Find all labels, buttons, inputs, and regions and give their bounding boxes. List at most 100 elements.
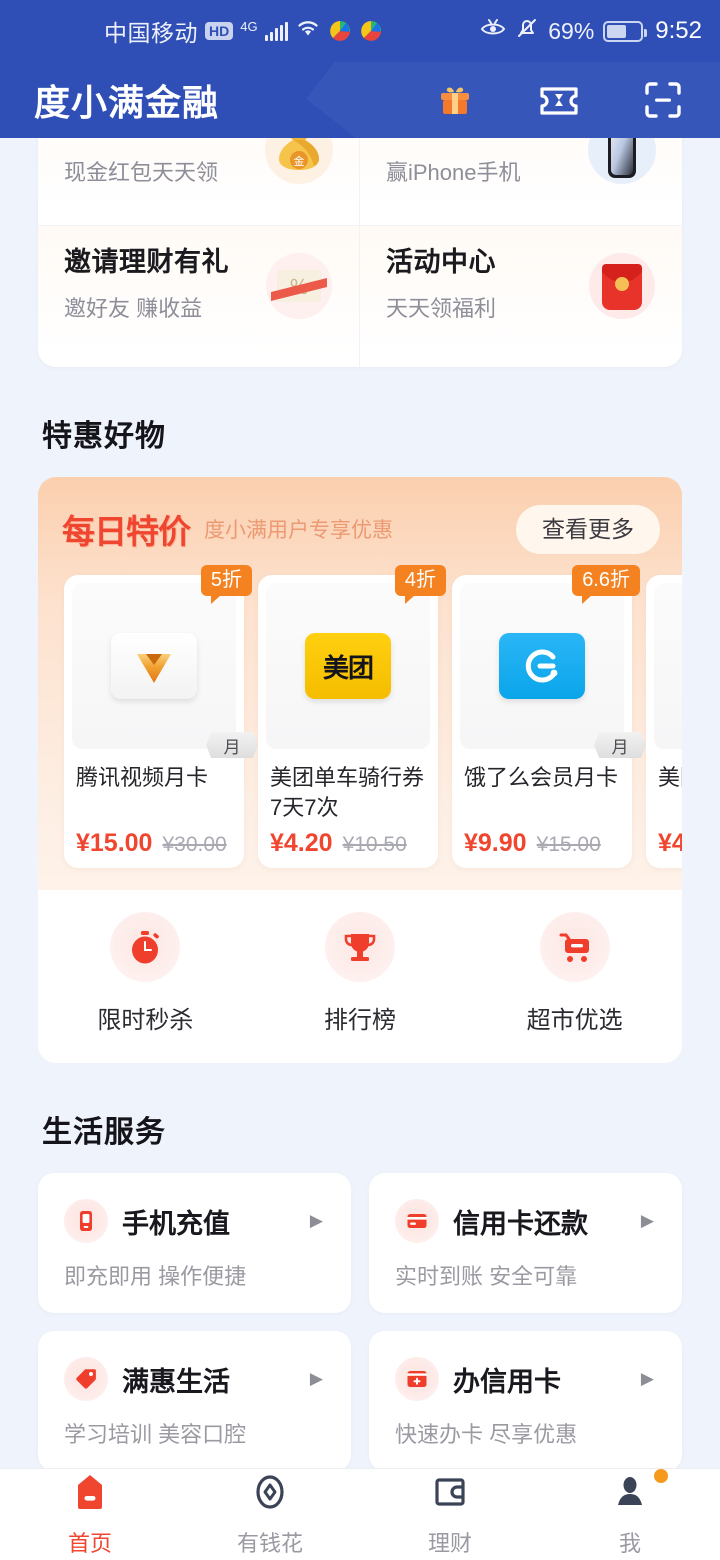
service-card-subtitle: 快速办卡 尽享优惠 (395, 1422, 578, 1447)
bell-off-icon (515, 16, 539, 46)
life-services-grid: 手机充值 ▶ 即充即用 操作便捷 信用卡还款 ▶ 实时到账 安全可靠 满惠生活 (38, 1173, 682, 1468)
sync-icon (359, 19, 383, 43)
service-card-title: 信用卡还款 (453, 1208, 588, 1239)
promo-card-richness[interactable]: 日进斗金 现金红包天天领 金 (38, 138, 360, 225)
section-title-life-services: 生活服务 (42, 1116, 166, 1149)
service-card-apply-card[interactable]: 办信用卡 ▶ 快速办卡 尽享优惠 (369, 1331, 682, 1468)
product-price-row: ¥9.90 ¥15.00 (452, 821, 632, 858)
product-image (654, 583, 682, 749)
promo-card-activity-center[interactable]: 活动中心 天天领福利 (360, 225, 682, 367)
daily-deals-subtitle: 度小满用户专享优惠 (204, 519, 393, 542)
discount-badge: 4折 (394, 565, 446, 604)
status-bar-right: 69% 9:52 (480, 0, 702, 62)
quick-entry-supermarket[interactable]: 超市优选 (467, 912, 682, 1035)
wallet-icon (429, 1471, 471, 1518)
tab-me[interactable]: 我 (540, 1469, 720, 1558)
card-apply-icon (395, 1357, 439, 1401)
quick-entry-flash-sale[interactable]: 限时秒杀 (38, 912, 253, 1035)
percent-coupon-icon: % (257, 244, 341, 328)
page-title: 度小满金融 (34, 82, 220, 123)
month-tag: 月 (206, 732, 258, 758)
meituan-logo-text: 美团 (322, 652, 374, 683)
deal-product-rail[interactable]: 5折 月 腾讯视频月卡 ¥15.00 ¥30.00 4折 美团 美团单车骑行券7… (38, 561, 682, 890)
discount-badge: 5折 (200, 565, 252, 604)
product-price-row: ¥4 (646, 821, 682, 858)
tab-youqianhua[interactable]: 有钱花 (180, 1471, 360, 1558)
service-card-title: 手机充值 (122, 1208, 230, 1239)
svg-text:金: 金 (294, 154, 305, 168)
iphone-icon (580, 138, 664, 192)
product-card[interactable]: 5折 月 腾讯视频月卡 ¥15.00 ¥30.00 (64, 565, 258, 868)
tab-home[interactable]: 首页 (0, 1471, 180, 1558)
service-card-credit-repay[interactable]: 信用卡还款 ▶ 实时到账 安全可靠 (369, 1173, 682, 1313)
coupon-ticket-icon[interactable] (538, 79, 580, 121)
product-image: 月 (72, 583, 258, 758)
service-card-title: 满惠生活 (122, 1366, 230, 1397)
service-card-subtitle: 实时到账 安全可靠 (395, 1264, 578, 1289)
product-original-price: ¥10.50 (342, 833, 407, 856)
month-tag: 月 (594, 732, 646, 758)
red-packet-icon (580, 244, 664, 328)
product-name: 饿了么会员月卡 (464, 765, 619, 790)
service-card-header: 满惠生活 ▶ (64, 1357, 329, 1401)
notification-badge-dot (654, 1469, 668, 1483)
product-card[interactable]: 6.6折 月 饿了么会员月卡 ¥9.90 ¥15.00 (452, 565, 646, 868)
service-card-subtitle: 即充即用 操作便捷 (64, 1264, 247, 1289)
daily-deals-header: 每日特价 度小满用户专享优惠 查看更多 (38, 497, 682, 561)
battery-percent-label: 69% (548, 17, 595, 44)
discount-badge: 6.6折 (572, 565, 640, 604)
eye-care-icon (480, 17, 506, 45)
sync-icon (328, 19, 352, 43)
promo-card-grid: 日进斗金 现金红包天天领 金 邀请借钱有礼 赢iPhone手机 (38, 138, 682, 367)
stopwatch-icon (110, 912, 181, 982)
carrier-label: 中国移动 (104, 20, 198, 46)
product-name: 美团 (658, 765, 682, 790)
hd-icon: HD (205, 21, 234, 41)
chevron-right-icon: ▶ (309, 1211, 323, 1230)
status-bar: 中国移动 HD 4G 69% 9:52 (0, 0, 720, 62)
money-bag-icon: 金 (257, 138, 341, 192)
promo-card-invite-invest[interactable]: 邀请理财有礼 邀好友 赚收益 % (38, 225, 360, 367)
product-card[interactable]: 美团 ¥4 (646, 575, 682, 868)
clock-label: 9:52 (655, 17, 702, 44)
service-card-phone-topup[interactable]: 手机充值 ▶ 即充即用 操作便捷 (38, 1173, 351, 1313)
phone-topup-icon (64, 1199, 108, 1243)
service-card-header: 信用卡还款 ▶ (395, 1199, 660, 1243)
shopping-cart-icon (539, 912, 610, 982)
price-tag-icon (64, 1357, 108, 1401)
chevron-right-icon: ▶ (640, 1369, 654, 1388)
network-type-label: 4G (240, 18, 258, 34)
credit-card-icon (395, 1199, 439, 1243)
product-price: ¥4.20 (270, 829, 333, 857)
product-image: 美团 (266, 583, 430, 749)
status-bar-left: 中国移动 HD 4G (104, 0, 383, 62)
service-card-header: 手机充值 ▶ (64, 1199, 329, 1243)
service-card-manhui-life[interactable]: 满惠生活 ▶ 学习培训 美容口腔 (38, 1331, 351, 1468)
tencent-video-logo-icon (111, 633, 197, 699)
quick-entry-label: 限时秒杀 (97, 1007, 194, 1034)
battery-icon (603, 20, 648, 42)
product-card[interactable]: 4折 美团 美团单车骑行券7天7次 ¥4.20 ¥10.50 (258, 565, 446, 868)
loan-diamond-icon (249, 1471, 291, 1518)
gift-icon[interactable] (434, 79, 476, 121)
product-original-price: ¥15.00 (536, 833, 601, 856)
tab-licai[interactable]: 理财 (360, 1471, 540, 1558)
daily-deals-logo: 每日特价 (62, 512, 191, 551)
bottom-tab-bar: 首页 有钱花 理财 我 (0, 1468, 720, 1560)
scroll-content[interactable]: 日进斗金 现金红包天天领 金 邀请借钱有礼 赢iPhone手机 (0, 138, 720, 1468)
service-card-title: 办信用卡 (453, 1366, 561, 1397)
view-more-button[interactable]: 查看更多 (516, 504, 660, 554)
meituan-logo-icon: 美团 (305, 633, 391, 699)
tab-label: 首页 (67, 1531, 112, 1556)
promo-card-invite-loan[interactable]: 邀请借钱有礼 赢iPhone手机 (360, 138, 682, 225)
person-icon (609, 1471, 651, 1518)
service-card-header: 办信用卡 ▶ (395, 1357, 660, 1401)
quick-entry-label: 排行榜 (324, 1007, 396, 1034)
eleme-logo-icon (499, 633, 585, 699)
quick-entry-ranking[interactable]: 排行榜 (253, 912, 468, 1035)
product-price-row: ¥4.20 ¥10.50 (258, 821, 438, 858)
tab-label: 我 (618, 1531, 641, 1556)
service-card-subtitle: 学习培训 美容口腔 (64, 1422, 247, 1447)
product-image: 月 (460, 583, 646, 758)
scan-qr-icon[interactable] (642, 79, 684, 121)
